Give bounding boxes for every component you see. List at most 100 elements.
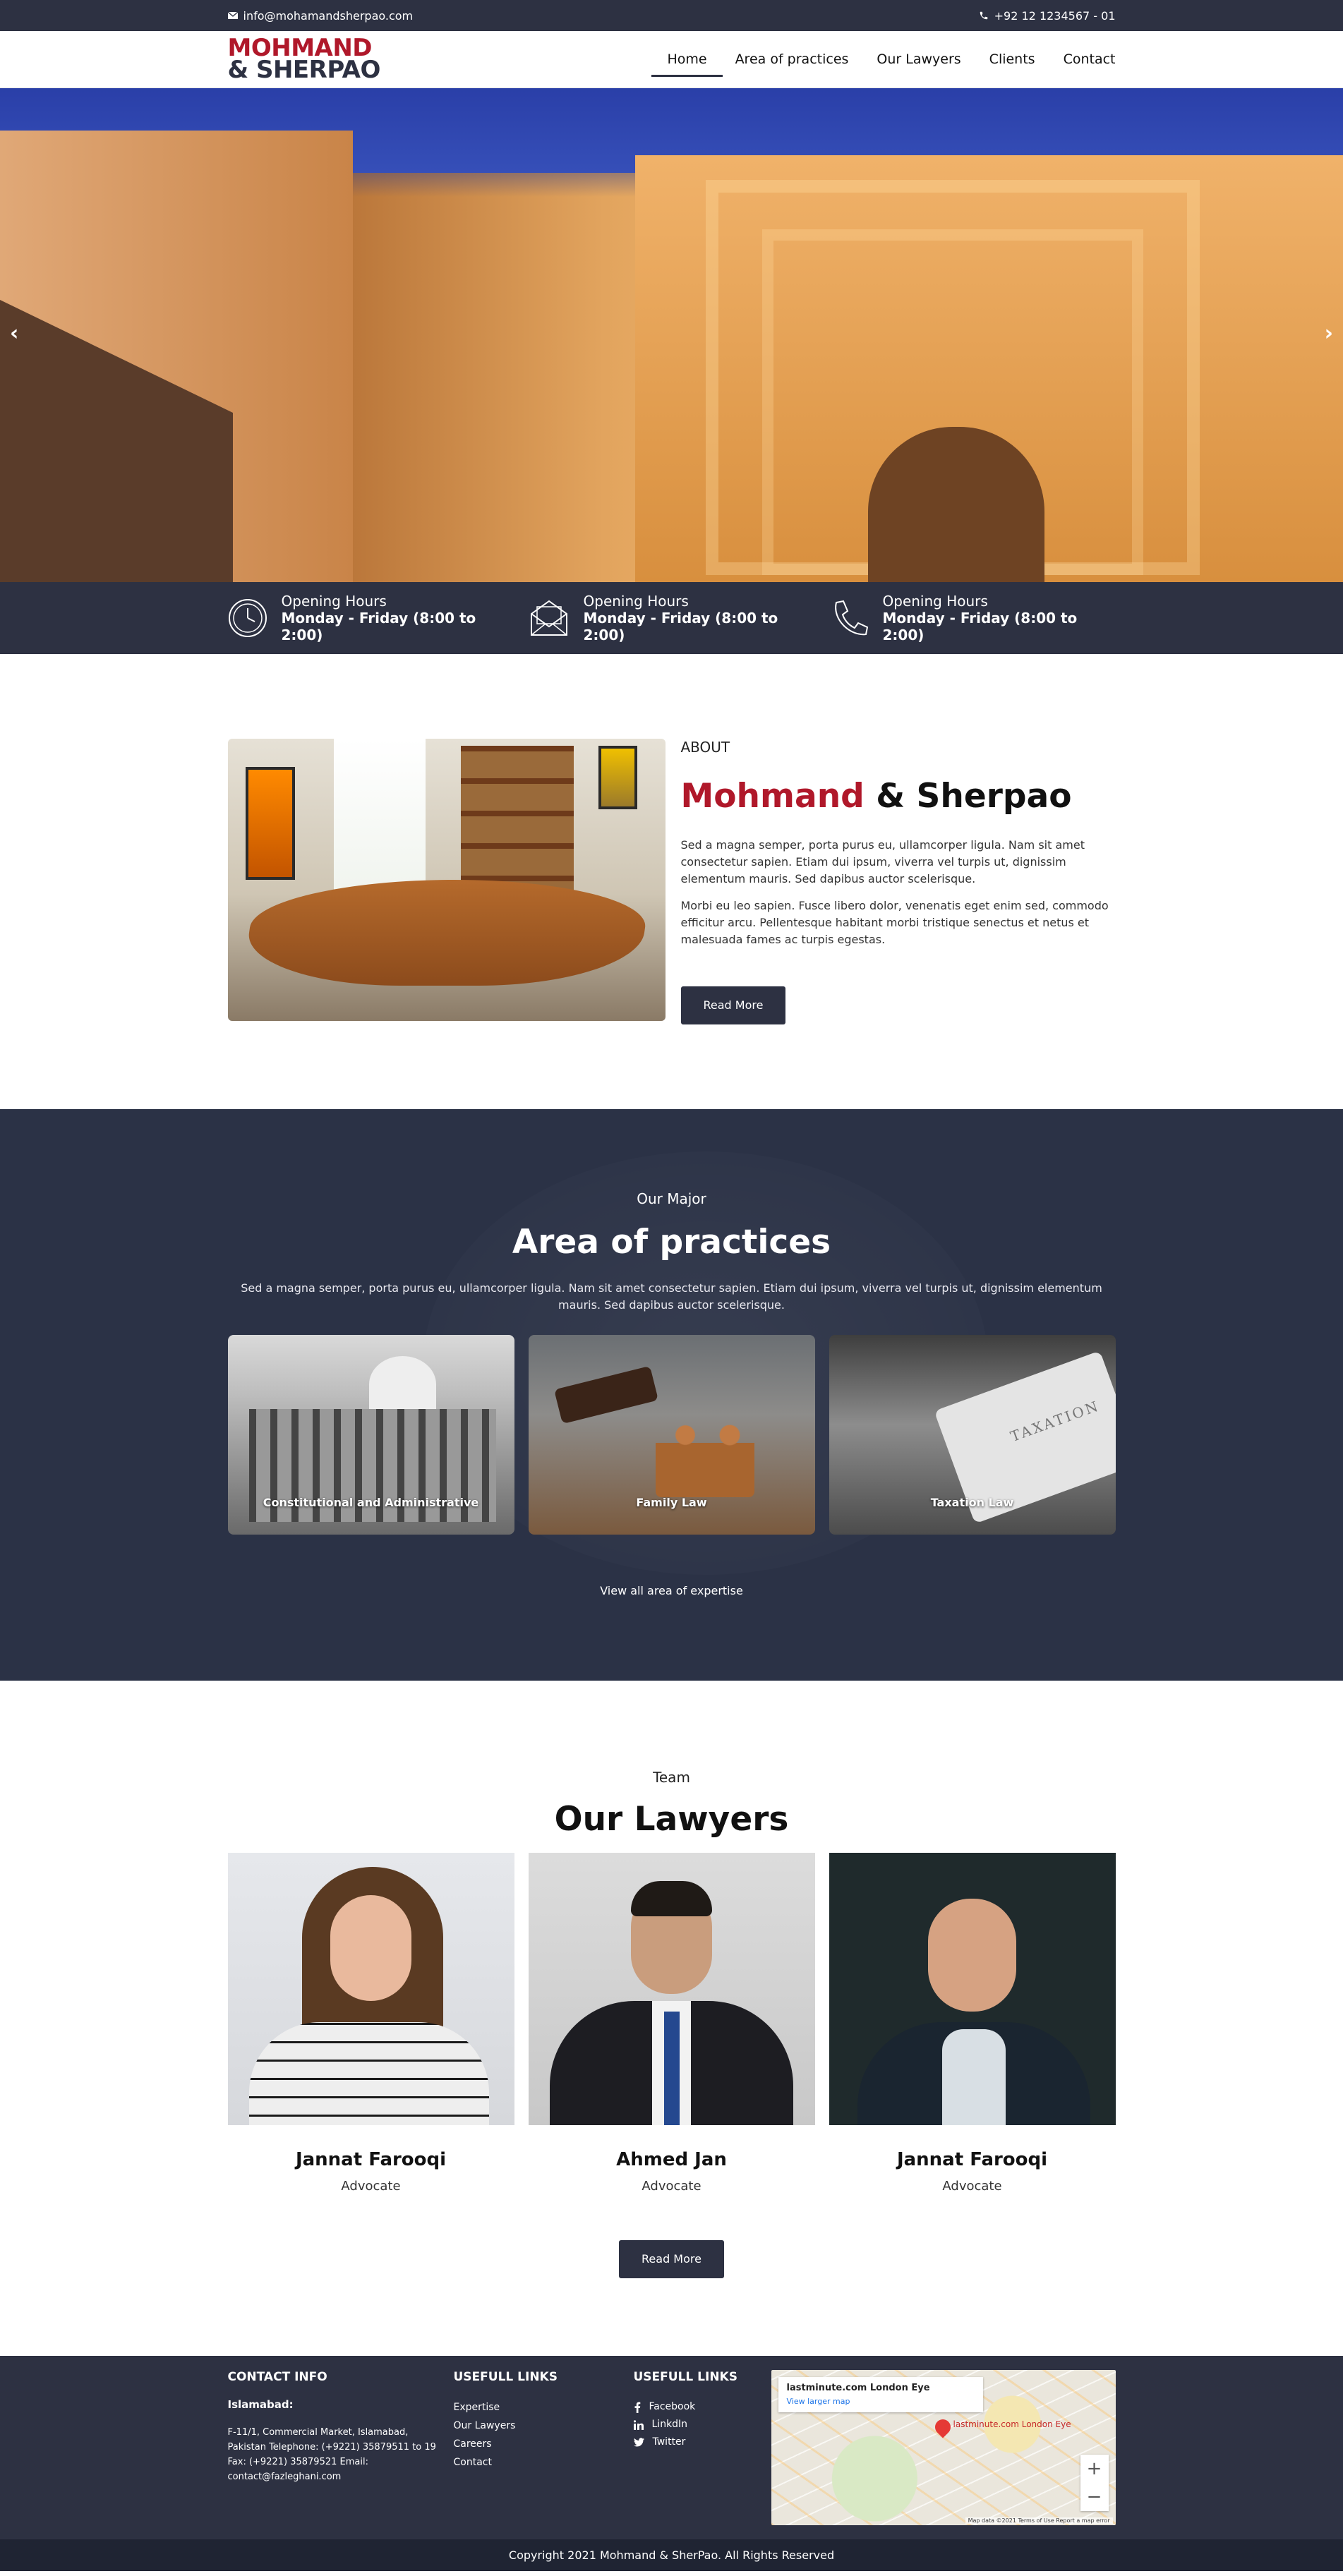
footer-social-linkedin[interactable]: LinkdIn (633, 2416, 771, 2433)
info-title: Opening Hours (281, 593, 387, 610)
lawyer-photo (528, 1853, 815, 2125)
practices-title: Area of practices (512, 1223, 831, 1262)
footer-link-contact[interactable]: Contact (454, 2453, 634, 2472)
lawyer-role: Advocate (642, 2179, 701, 2194)
top-bar: info@mohamandsherpao.com +92 12 1234567 … (0, 0, 1343, 31)
info-strip: Opening Hours Monday - Friday (8:00 to 2… (0, 582, 1343, 654)
lawyer-card[interactable]: Ahmed Jan Advocate (528, 1853, 815, 2194)
practice-cards: Constitutional and Administrative Family… (227, 1335, 1116, 1535)
info-title: Opening Hours (583, 593, 689, 610)
about-paragraph-2: Morbi eu leo sapien. Fusce libero dolor,… (680, 899, 1109, 946)
card-book-text: TAXATION (1008, 1397, 1102, 1446)
about-title-red: Mohmand (680, 777, 865, 816)
clock-icon (228, 598, 267, 638)
photo-face (927, 1899, 1016, 2012)
team-section: Team Our Lawyers Jannat Farooqi Advocate (0, 1681, 1343, 2356)
card-gavel (553, 1365, 658, 1425)
nav-contact[interactable]: Contact (1064, 44, 1116, 74)
chevron-left-icon[interactable]: ‹ (10, 321, 18, 346)
practice-card-taxation[interactable]: TAXATION Taxation Law (829, 1335, 1116, 1535)
map-zoom-controls: + − (1080, 2455, 1109, 2511)
practices-eyebrow: Our Major (637, 1190, 706, 1207)
nav-clients[interactable]: Clients (989, 44, 1035, 74)
lawyer-role: Advocate (341, 2179, 401, 2194)
footer-city: Islamabad: (227, 2398, 294, 2411)
practice-card-caption: Constitutional and Administrative (263, 1496, 479, 1509)
lawyer-photo (227, 1853, 514, 2125)
lawyer-name: Jannat Farooqi (896, 2149, 1048, 2170)
lawyer-card[interactable]: Jannat Farooqi Advocate (829, 1853, 1116, 2194)
info-item-hours: Opening Hours Monday - Friday (8:00 to 2… (228, 593, 485, 643)
footer-social-twitter[interactable]: Twitter (633, 2433, 771, 2451)
map-larger-link[interactable]: View larger map (787, 2397, 850, 2406)
info-value: Monday - Friday (8:00 to 2:00) (281, 610, 476, 643)
zoom-in-button[interactable]: + (1080, 2455, 1109, 2483)
chevron-right-icon[interactable]: › (1325, 321, 1333, 346)
map-pin-icon[interactable] (931, 2416, 954, 2438)
photo-body (248, 2022, 489, 2125)
about-paragraph-1: Sed a magna semper, porta purus eu, ulla… (680, 838, 1085, 885)
footer-address: F-11/1, Commercial Market, Islamabad, Pa… (227, 2427, 436, 2482)
practice-card-family[interactable]: Family Law (528, 1335, 815, 1535)
lawyer-photo (829, 1853, 1116, 2125)
practice-card-constitutional[interactable]: Constitutional and Administrative (227, 1335, 514, 1535)
about-text: ABOUT Mohmand & Sherpao Sed a magna semp… (680, 739, 1116, 1024)
lawyer-role: Advocate (942, 2179, 1002, 2194)
lawyer-card[interactable]: Jannat Farooqi Advocate (227, 1853, 514, 2194)
nav-area-of-practices[interactable]: Area of practices (735, 44, 849, 74)
map-place-name: lastminute.com London Eye (786, 2383, 930, 2393)
footer-social: USEFULL LINKS Facebook LinkdIn Twitter (633, 2370, 771, 2525)
team-read-more-button[interactable]: Read More (619, 2240, 724, 2278)
logo-line-2: & SHERPAO (227, 56, 381, 84)
card-family-figures (655, 1420, 754, 1497)
card-dome (368, 1356, 436, 1413)
about-section: ABOUT Mohmand & Sherpao Sed a magna semp… (0, 654, 1343, 1109)
site-header: MOHMAND & SHERPAO Home Area of practices… (0, 31, 1343, 88)
info-value: Monday - Friday (8:00 to 2:00) (882, 610, 1078, 643)
footer-link-careers[interactable]: Careers (454, 2435, 634, 2453)
view-all-expertise-link[interactable]: View all area of expertise (228, 1584, 1116, 1597)
practices-description: Sed a magna semper, porta purus eu, ulla… (241, 1281, 1102, 1312)
practices-section: Our Major Area of practices Sed a magna … (0, 1109, 1343, 1681)
info-value: Monday - Friday (8:00 to 2:00) (583, 610, 778, 643)
footer-link-our-lawyers[interactable]: Our Lawyers (454, 2417, 634, 2435)
site-footer: CONTACT INFO Islamabad: F-11/1, Commerci… (0, 2356, 1343, 2539)
info-item-email: Opening Hours Monday - Friday (8:00 to 2… (529, 593, 785, 643)
footer-contact: CONTACT INFO Islamabad: F-11/1, Commerci… (228, 2370, 454, 2525)
about-read-more-button[interactable]: Read More (680, 986, 786, 1024)
top-email-text: info@mohamandsherpao.com (243, 8, 414, 23)
map-pin-label: lastminute.com London Eye (953, 2419, 1071, 2429)
linkedin-icon (633, 2419, 644, 2430)
copyright-text: Copyright 2021 Mohmand & SherPao. All Ri… (508, 2548, 835, 2562)
footer-map[interactable]: lastminute.com London Eye View larger ma… (771, 2370, 1116, 2525)
photo-tie (663, 2012, 680, 2125)
team-title: Our Lawyers (554, 1800, 789, 1839)
info-item-phone: Opening Hours Monday - Friday (8:00 to 2… (829, 593, 1086, 643)
lawyer-name: Ahmed Jan (616, 2149, 727, 2170)
footer-social-label: LinkdIn (651, 2419, 688, 2430)
site-logo[interactable]: MOHMAND & SHERPAO (227, 36, 381, 84)
info-title: Opening Hours (882, 593, 988, 610)
map-attribution: Map data ©2021 Terms of Use Report a map… (965, 2517, 1113, 2524)
footer-social-label: Facebook (649, 2401, 696, 2412)
nav-home[interactable]: Home (651, 44, 723, 77)
zoom-out-button[interactable]: − (1080, 2483, 1109, 2511)
top-phone[interactable]: +92 12 1234567 - 01 (979, 9, 1116, 23)
hero-arch (868, 427, 1044, 582)
practice-card-caption: Family Law (636, 1496, 707, 1509)
phone-icon (829, 598, 869, 638)
about-bookshelf (460, 746, 574, 901)
footer-contact-title: CONTACT INFO (227, 2370, 327, 2384)
footer-social-facebook[interactable]: Facebook (634, 2398, 771, 2416)
top-email[interactable]: info@mohamandsherpao.com (227, 8, 414, 23)
footer-link-expertise[interactable]: Expertise (454, 2398, 634, 2417)
envelope-icon (529, 598, 570, 638)
nav-our-lawyers[interactable]: Our Lawyers (877, 44, 960, 74)
copyright-bar: Copyright 2021 Mohmand & SherPao. All Ri… (0, 2539, 1343, 2571)
lawyer-list: Jannat Farooqi Advocate Ahmed Jan Advoca… (227, 1853, 1116, 2194)
footer-social-label: Twitter (652, 2436, 686, 2448)
top-phone-text: +92 12 1234567 - 01 (994, 8, 1116, 23)
about-label: ABOUT (680, 739, 730, 756)
footer-social-title: USEFULL LINKS (633, 2370, 737, 2384)
about-title: Mohmand & Sherpao (681, 777, 1116, 816)
